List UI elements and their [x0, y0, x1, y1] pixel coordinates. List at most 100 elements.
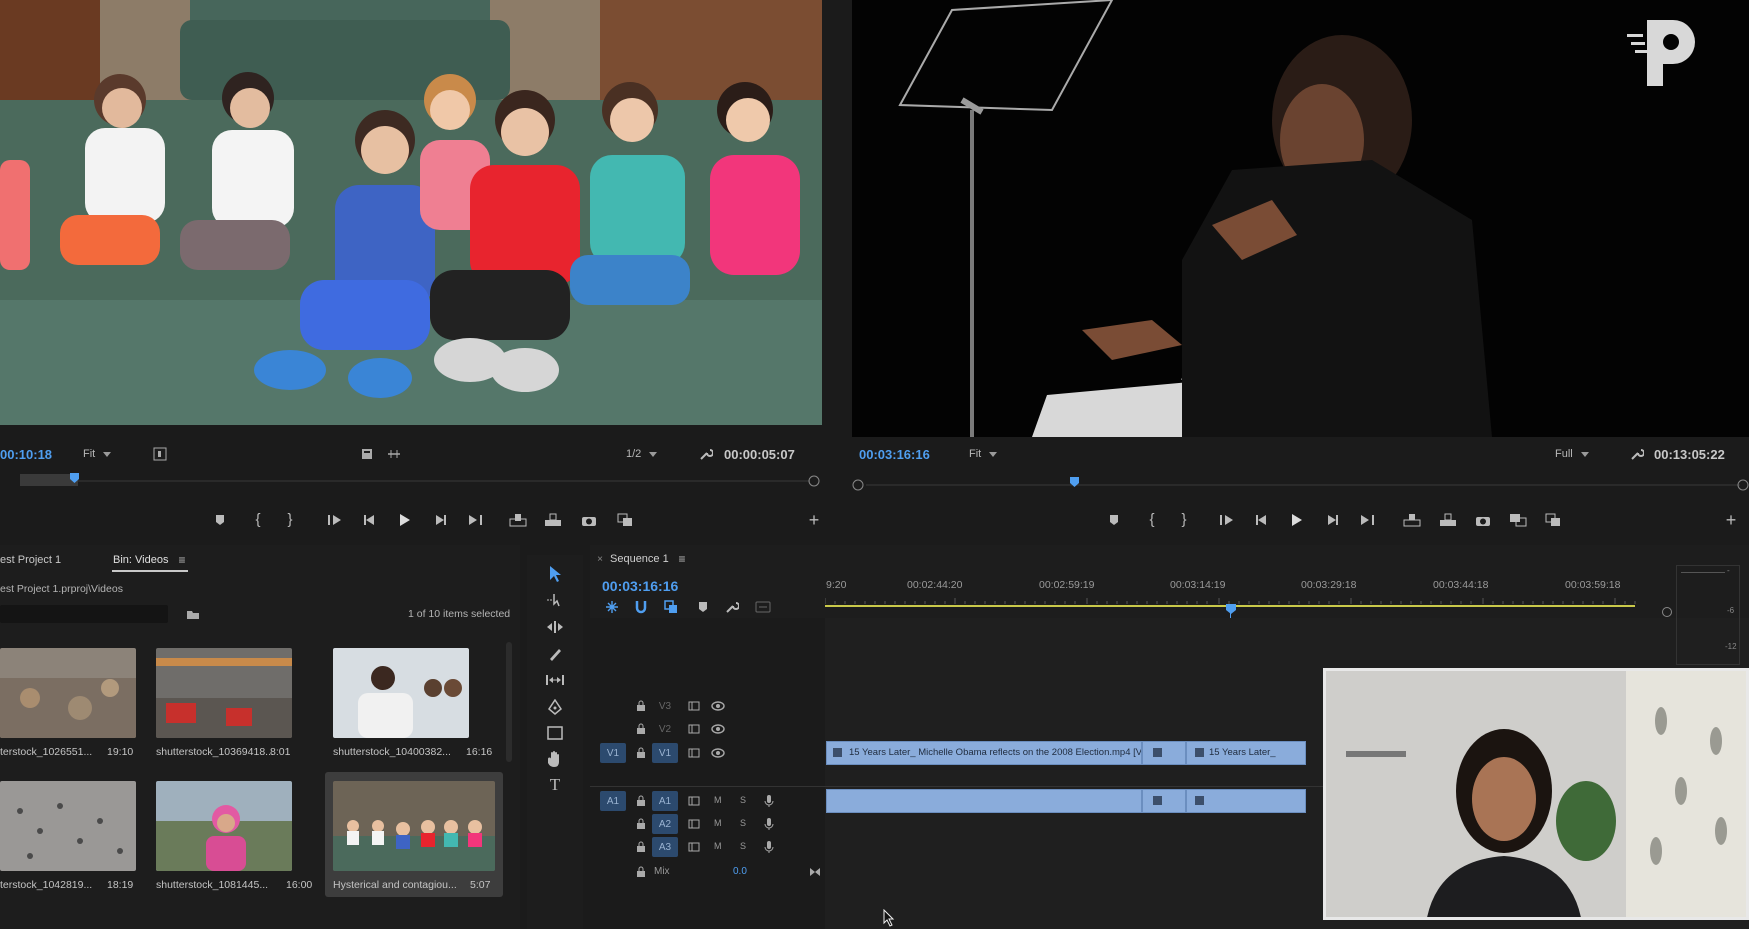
mark-out-icon[interactable]: }: [282, 510, 298, 528]
sync-lock-icon[interactable]: [687, 840, 701, 854]
mute-button[interactable]: M: [714, 841, 722, 851]
ripple-edit-tool-icon[interactable]: [545, 617, 565, 637]
eye-icon[interactable]: [711, 722, 725, 736]
go-to-out-icon[interactable]: [466, 512, 484, 528]
mix-volume-value[interactable]: 0.0: [733, 866, 747, 877]
eye-icon[interactable]: [711, 746, 725, 760]
thumbnail-6[interactable]: [333, 781, 495, 871]
mark-out-icon[interactable]: }: [1176, 510, 1192, 528]
wrench-icon[interactable]: [698, 446, 714, 462]
razor-tool-icon[interactable]: [545, 644, 565, 664]
play-icon[interactable]: [1289, 512, 1305, 528]
lock-icon[interactable]: [635, 817, 647, 831]
nest-sequence-icon[interactable]: [604, 599, 620, 615]
step-forward-icon[interactable]: [432, 512, 448, 528]
source-scrub-bar[interactable]: [0, 471, 822, 487]
program-timecode[interactable]: 00:03:16:16: [859, 447, 930, 462]
settings-panel-icon[interactable]: [152, 446, 168, 462]
program-scrub-bar[interactable]: [852, 475, 1749, 491]
tab-project[interactable]: est Project 1: [0, 554, 61, 566]
track-target-v3[interactable]: V3: [652, 696, 678, 716]
program-resolution-dropdown[interactable]: Full: [1555, 448, 1589, 460]
track-target-v1[interactable]: V1: [652, 743, 678, 763]
add-marker-icon[interactable]: [1106, 512, 1122, 528]
thumbnail-4[interactable]: [0, 781, 136, 871]
add-marker-icon[interactable]: [212, 512, 228, 528]
program-zoom-dropdown[interactable]: Fit: [969, 448, 997, 460]
sync-lock-icon[interactable]: [687, 699, 701, 713]
microphone-icon[interactable]: [762, 816, 776, 832]
audio-clip-3[interactable]: [1186, 789, 1306, 813]
sync-lock-icon[interactable]: [687, 722, 701, 736]
timeline-settings-wrench-icon[interactable]: [724, 599, 740, 615]
sequence-tab[interactable]: Sequence 1: [610, 553, 669, 565]
close-tab-icon[interactable]: ×: [595, 552, 605, 566]
add-button-icon[interactable]: +: [806, 510, 822, 530]
video-clip-1[interactable]: 15 Years Later_ Michelle Obama reflects …: [826, 741, 1142, 765]
solo-button[interactable]: S: [740, 818, 746, 828]
overwrite-icon[interactable]: [543, 512, 563, 528]
video-clip-2[interactable]: [1142, 741, 1186, 765]
insert-icon[interactable]: [508, 512, 528, 528]
lock-icon[interactable]: [635, 865, 647, 879]
panel-menu-icon[interactable]: ≡: [176, 553, 188, 567]
step-back-icon[interactable]: [1254, 512, 1270, 528]
timeline-timecode[interactable]: 00:03:16:16: [602, 578, 678, 594]
camera-icon[interactable]: [580, 512, 598, 528]
tab-bin-videos[interactable]: Bin: Videos: [113, 554, 168, 566]
linked-selection-icon[interactable]: [663, 599, 679, 615]
mark-in-icon[interactable]: {: [250, 510, 266, 528]
mute-button[interactable]: M: [714, 818, 722, 828]
export-frame-icon[interactable]: [359, 446, 375, 462]
track-target-a3[interactable]: A3: [652, 837, 678, 857]
mute-button[interactable]: M: [714, 795, 722, 805]
type-tool-icon[interactable]: T: [545, 775, 565, 795]
project-scrollbar[interactable]: [506, 642, 512, 762]
add-marker-icon[interactable]: [695, 599, 711, 615]
thumbnail-2[interactable]: [156, 648, 292, 738]
pen-tool-icon[interactable]: [545, 697, 565, 717]
slip-tool-icon[interactable]: [545, 670, 565, 690]
captions-icon[interactable]: [754, 599, 772, 615]
go-to-in-icon[interactable]: [326, 512, 344, 528]
eye-icon[interactable]: [711, 699, 725, 713]
search-input[interactable]: [0, 605, 168, 623]
source-resolution-dropdown[interactable]: 1/2: [626, 448, 657, 460]
lock-icon[interactable]: [635, 699, 647, 713]
playhead-handle[interactable]: [1225, 603, 1237, 615]
mark-in-icon[interactable]: {: [1144, 510, 1160, 528]
lock-icon[interactable]: [635, 746, 647, 760]
track-target-v2[interactable]: V2: [652, 719, 678, 739]
snap-magnet-icon[interactable]: [633, 599, 649, 615]
selection-tool-icon[interactable]: [545, 564, 565, 584]
go-to-in-icon[interactable]: [1218, 512, 1236, 528]
source-patch-v1[interactable]: V1: [600, 743, 626, 763]
solo-button[interactable]: S: [740, 841, 746, 851]
go-to-out-icon[interactable]: [1358, 512, 1376, 528]
hand-tool-icon[interactable]: [545, 749, 565, 769]
camera-icon[interactable]: [1474, 512, 1492, 528]
lock-icon[interactable]: [635, 722, 647, 736]
microphone-icon[interactable]: [762, 839, 776, 855]
track-target-a2[interactable]: A2: [652, 814, 678, 834]
sync-lock-icon[interactable]: [687, 794, 701, 808]
lock-icon[interactable]: [635, 794, 647, 808]
source-zoom-dropdown[interactable]: Fit: [83, 448, 111, 460]
lock-icon[interactable]: [635, 840, 647, 854]
audio-clip-2[interactable]: [1142, 789, 1186, 813]
wrench-icon[interactable]: [1629, 446, 1645, 462]
go-to-end-icon[interactable]: [808, 865, 822, 879]
source-timecode[interactable]: 00:10:18: [0, 447, 52, 462]
track-target-a1[interactable]: A1: [652, 791, 678, 811]
microphone-icon[interactable]: [762, 793, 776, 809]
track-select-tool-icon[interactable]: [545, 590, 565, 610]
thumbnail-3[interactable]: [333, 648, 469, 738]
comparison-view-icon[interactable]: [1508, 512, 1528, 528]
video-clip-3[interactable]: 15 Years Later_: [1186, 741, 1306, 765]
new-bin-folder-icon[interactable]: [186, 607, 200, 621]
step-back-icon[interactable]: [362, 512, 378, 528]
audio-clip-1[interactable]: [826, 789, 1142, 813]
safe-margins-icon[interactable]: [386, 446, 402, 462]
add-button-icon[interactable]: +: [1723, 510, 1739, 530]
thumbnail-1[interactable]: [0, 648, 136, 738]
